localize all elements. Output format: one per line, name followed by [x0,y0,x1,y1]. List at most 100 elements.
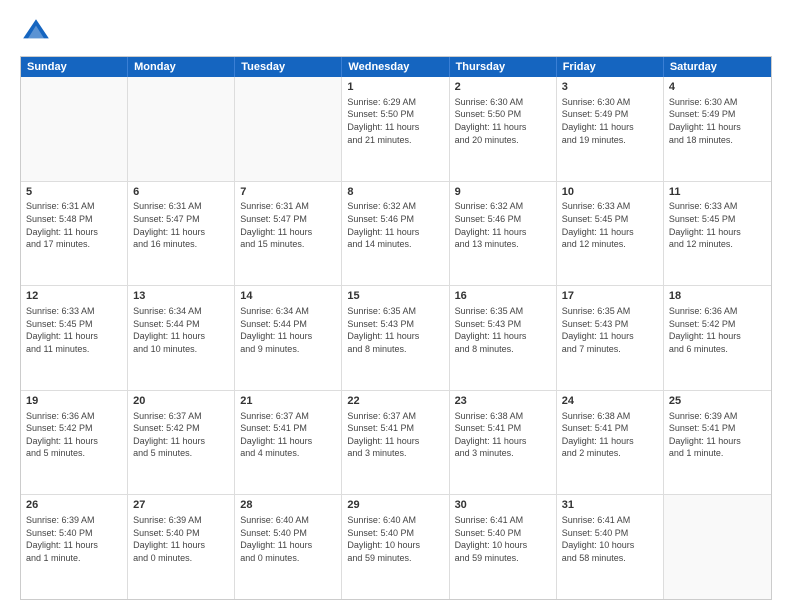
day-info: Sunrise: 6:41 AM Sunset: 5:40 PM Dayligh… [562,514,658,564]
calendar-day-3: 3Sunrise: 6:30 AM Sunset: 5:49 PM Daylig… [557,77,664,181]
calendar-header: SundayMondayTuesdayWednesdayThursdayFrid… [21,57,771,77]
day-info: Sunrise: 6:32 AM Sunset: 5:46 PM Dayligh… [347,200,443,250]
day-info: Sunrise: 6:39 AM Sunset: 5:40 PM Dayligh… [133,514,229,564]
header-day-thursday: Thursday [450,57,557,77]
day-number: 16 [455,289,551,304]
day-info: Sunrise: 6:38 AM Sunset: 5:41 PM Dayligh… [562,410,658,460]
page: SundayMondayTuesdayWednesdayThursdayFrid… [0,0,792,612]
calendar-day-empty [128,77,235,181]
calendar: SundayMondayTuesdayWednesdayThursdayFrid… [20,56,772,600]
day-number: 24 [562,394,658,409]
day-info: Sunrise: 6:30 AM Sunset: 5:49 PM Dayligh… [669,96,766,146]
day-number: 17 [562,289,658,304]
calendar-day-10: 10Sunrise: 6:33 AM Sunset: 5:45 PM Dayli… [557,182,664,286]
calendar-day-5: 5Sunrise: 6:31 AM Sunset: 5:48 PM Daylig… [21,182,128,286]
calendar-day-21: 21Sunrise: 6:37 AM Sunset: 5:41 PM Dayli… [235,391,342,495]
day-info: Sunrise: 6:37 AM Sunset: 5:41 PM Dayligh… [240,410,336,460]
calendar-day-27: 27Sunrise: 6:39 AM Sunset: 5:40 PM Dayli… [128,495,235,599]
day-number: 1 [347,80,443,95]
day-number: 2 [455,80,551,95]
day-number: 20 [133,394,229,409]
day-info: Sunrise: 6:38 AM Sunset: 5:41 PM Dayligh… [455,410,551,460]
day-number: 21 [240,394,336,409]
logo [20,16,56,48]
calendar-day-2: 2Sunrise: 6:30 AM Sunset: 5:50 PM Daylig… [450,77,557,181]
day-info: Sunrise: 6:33 AM Sunset: 5:45 PM Dayligh… [669,200,766,250]
calendar-day-empty [664,495,771,599]
day-number: 5 [26,185,122,200]
day-number: 11 [669,185,766,200]
day-number: 31 [562,498,658,513]
calendar-day-6: 6Sunrise: 6:31 AM Sunset: 5:47 PM Daylig… [128,182,235,286]
day-number: 29 [347,498,443,513]
calendar-day-7: 7Sunrise: 6:31 AM Sunset: 5:47 PM Daylig… [235,182,342,286]
header [20,16,772,48]
day-info: Sunrise: 6:40 AM Sunset: 5:40 PM Dayligh… [347,514,443,564]
calendar-day-8: 8Sunrise: 6:32 AM Sunset: 5:46 PM Daylig… [342,182,449,286]
day-number: 9 [455,185,551,200]
day-number: 22 [347,394,443,409]
day-info: Sunrise: 6:37 AM Sunset: 5:42 PM Dayligh… [133,410,229,460]
logo-icon [20,16,52,48]
day-number: 30 [455,498,551,513]
calendar-week-3: 12Sunrise: 6:33 AM Sunset: 5:45 PM Dayli… [21,286,771,391]
calendar-week-5: 26Sunrise: 6:39 AM Sunset: 5:40 PM Dayli… [21,495,771,599]
calendar-week-1: 1Sunrise: 6:29 AM Sunset: 5:50 PM Daylig… [21,77,771,182]
day-number: 19 [26,394,122,409]
calendar-day-11: 11Sunrise: 6:33 AM Sunset: 5:45 PM Dayli… [664,182,771,286]
day-number: 14 [240,289,336,304]
day-number: 28 [240,498,336,513]
calendar-day-23: 23Sunrise: 6:38 AM Sunset: 5:41 PM Dayli… [450,391,557,495]
calendar-day-25: 25Sunrise: 6:39 AM Sunset: 5:41 PM Dayli… [664,391,771,495]
day-number: 18 [669,289,766,304]
calendar-day-31: 31Sunrise: 6:41 AM Sunset: 5:40 PM Dayli… [557,495,664,599]
header-day-sunday: Sunday [21,57,128,77]
calendar-day-13: 13Sunrise: 6:34 AM Sunset: 5:44 PM Dayli… [128,286,235,390]
day-info: Sunrise: 6:34 AM Sunset: 5:44 PM Dayligh… [240,305,336,355]
day-number: 13 [133,289,229,304]
day-number: 15 [347,289,443,304]
day-info: Sunrise: 6:40 AM Sunset: 5:40 PM Dayligh… [240,514,336,564]
header-day-saturday: Saturday [664,57,771,77]
day-number: 10 [562,185,658,200]
calendar-day-15: 15Sunrise: 6:35 AM Sunset: 5:43 PM Dayli… [342,286,449,390]
day-number: 3 [562,80,658,95]
day-info: Sunrise: 6:39 AM Sunset: 5:40 PM Dayligh… [26,514,122,564]
calendar-week-2: 5Sunrise: 6:31 AM Sunset: 5:48 PM Daylig… [21,182,771,287]
day-number: 12 [26,289,122,304]
calendar-day-4: 4Sunrise: 6:30 AM Sunset: 5:49 PM Daylig… [664,77,771,181]
calendar-day-1: 1Sunrise: 6:29 AM Sunset: 5:50 PM Daylig… [342,77,449,181]
day-number: 6 [133,185,229,200]
day-info: Sunrise: 6:31 AM Sunset: 5:47 PM Dayligh… [133,200,229,250]
day-number: 25 [669,394,766,409]
calendar-day-17: 17Sunrise: 6:35 AM Sunset: 5:43 PM Dayli… [557,286,664,390]
day-number: 4 [669,80,766,95]
day-info: Sunrise: 6:30 AM Sunset: 5:50 PM Dayligh… [455,96,551,146]
day-number: 23 [455,394,551,409]
day-info: Sunrise: 6:30 AM Sunset: 5:49 PM Dayligh… [562,96,658,146]
day-info: Sunrise: 6:34 AM Sunset: 5:44 PM Dayligh… [133,305,229,355]
calendar-day-empty [235,77,342,181]
day-info: Sunrise: 6:31 AM Sunset: 5:47 PM Dayligh… [240,200,336,250]
day-number: 7 [240,185,336,200]
calendar-day-30: 30Sunrise: 6:41 AM Sunset: 5:40 PM Dayli… [450,495,557,599]
day-info: Sunrise: 6:35 AM Sunset: 5:43 PM Dayligh… [347,305,443,355]
day-info: Sunrise: 6:31 AM Sunset: 5:48 PM Dayligh… [26,200,122,250]
day-info: Sunrise: 6:36 AM Sunset: 5:42 PM Dayligh… [669,305,766,355]
calendar-day-14: 14Sunrise: 6:34 AM Sunset: 5:44 PM Dayli… [235,286,342,390]
day-number: 27 [133,498,229,513]
calendar-day-22: 22Sunrise: 6:37 AM Sunset: 5:41 PM Dayli… [342,391,449,495]
day-info: Sunrise: 6:35 AM Sunset: 5:43 PM Dayligh… [455,305,551,355]
day-info: Sunrise: 6:32 AM Sunset: 5:46 PM Dayligh… [455,200,551,250]
header-day-tuesday: Tuesday [235,57,342,77]
calendar-day-16: 16Sunrise: 6:35 AM Sunset: 5:43 PM Dayli… [450,286,557,390]
day-info: Sunrise: 6:41 AM Sunset: 5:40 PM Dayligh… [455,514,551,564]
calendar-day-20: 20Sunrise: 6:37 AM Sunset: 5:42 PM Dayli… [128,391,235,495]
header-day-wednesday: Wednesday [342,57,449,77]
day-info: Sunrise: 6:35 AM Sunset: 5:43 PM Dayligh… [562,305,658,355]
calendar-day-12: 12Sunrise: 6:33 AM Sunset: 5:45 PM Dayli… [21,286,128,390]
day-info: Sunrise: 6:33 AM Sunset: 5:45 PM Dayligh… [26,305,122,355]
day-info: Sunrise: 6:39 AM Sunset: 5:41 PM Dayligh… [669,410,766,460]
calendar-day-18: 18Sunrise: 6:36 AM Sunset: 5:42 PM Dayli… [664,286,771,390]
day-number: 8 [347,185,443,200]
